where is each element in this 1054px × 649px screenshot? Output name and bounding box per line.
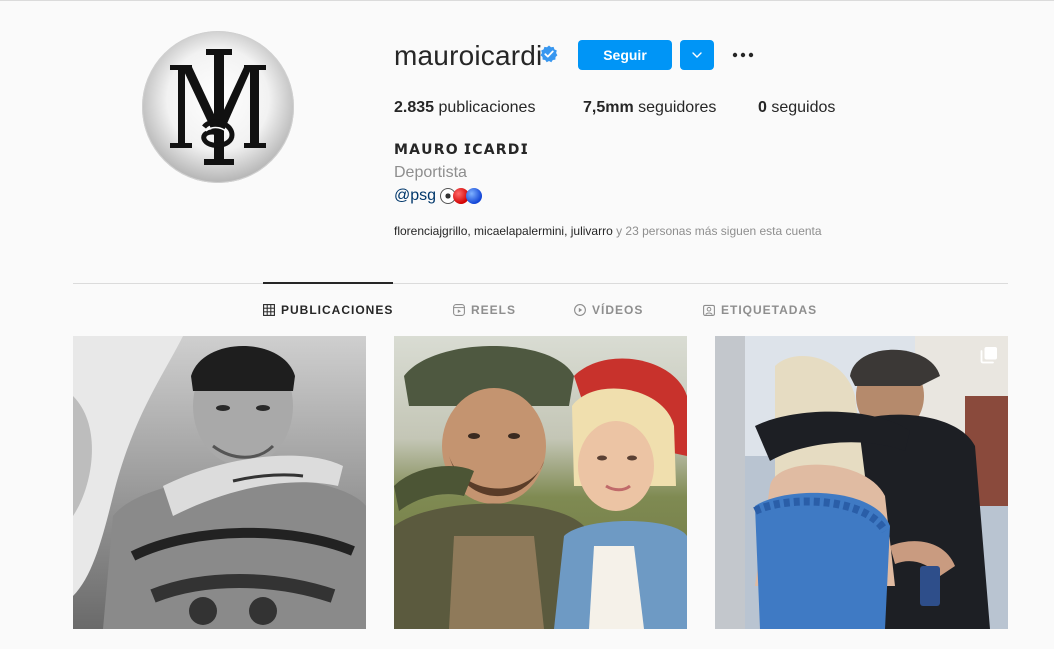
followers-count: 7,5mm bbox=[583, 99, 634, 116]
tab-label: REELS bbox=[471, 303, 517, 317]
posts-stat: 2.835 publicaciones bbox=[394, 99, 535, 117]
more-horizontal-icon bbox=[732, 52, 754, 58]
tab-etiquetadas[interactable]: ETIQUETADAS bbox=[703, 302, 817, 318]
reels-icon bbox=[453, 304, 465, 316]
bio-emoji bbox=[440, 188, 483, 204]
followed-by-names: florenciajgrillo, micaelapalermini, juli… bbox=[394, 224, 613, 238]
following-stat[interactable]: 0 seguidos bbox=[758, 99, 835, 117]
tab-label: ETIQUETADAS bbox=[721, 303, 818, 317]
more-options-button[interactable] bbox=[728, 42, 758, 68]
post-thumbnail[interactable] bbox=[73, 336, 366, 629]
profile-category: Deportista bbox=[394, 164, 467, 181]
tab-label: PUBLICACIONES bbox=[281, 303, 394, 317]
active-tab-indicator bbox=[263, 282, 393, 284]
chevron-down-icon bbox=[692, 52, 702, 58]
verified-badge-icon bbox=[540, 45, 558, 63]
psg-mention-link[interactable]: @psg bbox=[394, 187, 436, 205]
post-thumbnail[interactable] bbox=[394, 336, 687, 629]
tab-videos[interactable]: VÍDEOS bbox=[574, 302, 643, 318]
grid-icon bbox=[263, 304, 275, 316]
suggested-dropdown-button[interactable] bbox=[680, 40, 714, 70]
tabs-divider bbox=[73, 283, 1008, 284]
follow-button[interactable]: Seguir bbox=[578, 40, 672, 70]
tab-publicaciones[interactable]: PUBLICACIONES bbox=[263, 302, 393, 318]
following-count: 0 bbox=[758, 99, 767, 116]
profile-full-name: 𝗠𝗔𝗨𝗥𝗢 𝗜𝗖𝗔𝗥𝗗𝗜 bbox=[394, 141, 529, 157]
multiple-images-icon bbox=[980, 347, 997, 364]
tab-label: VÍDEOS bbox=[592, 303, 644, 317]
following-label: seguidos bbox=[771, 99, 836, 116]
tagged-icon bbox=[703, 304, 715, 316]
post-thumbnail[interactable] bbox=[715, 336, 1008, 629]
post-image bbox=[394, 336, 687, 629]
posts-label: publicaciones bbox=[438, 99, 536, 116]
followed-by-rest: y 23 personas más siguen esta cuenta bbox=[612, 224, 822, 238]
top-border bbox=[0, 0, 1054, 1]
tab-reels[interactable]: REELS bbox=[453, 302, 516, 318]
mi-monogram-logo bbox=[170, 49, 266, 165]
followers-label: seguidores bbox=[638, 99, 717, 116]
blue-circle-icon bbox=[466, 188, 483, 204]
profile-username: mauroicardi bbox=[394, 40, 543, 71]
posts-count: 2.835 bbox=[394, 99, 435, 116]
post-image bbox=[73, 336, 366, 629]
bio-line: @psg bbox=[394, 187, 483, 205]
followed-by-text[interactable]: florenciajgrillo, micaelapalermini, juli… bbox=[394, 224, 822, 238]
followers-stat[interactable]: 7,5mm seguidores bbox=[583, 99, 716, 117]
play-circle-icon bbox=[574, 304, 586, 316]
post-image bbox=[715, 336, 1008, 629]
profile-avatar[interactable] bbox=[142, 31, 294, 183]
